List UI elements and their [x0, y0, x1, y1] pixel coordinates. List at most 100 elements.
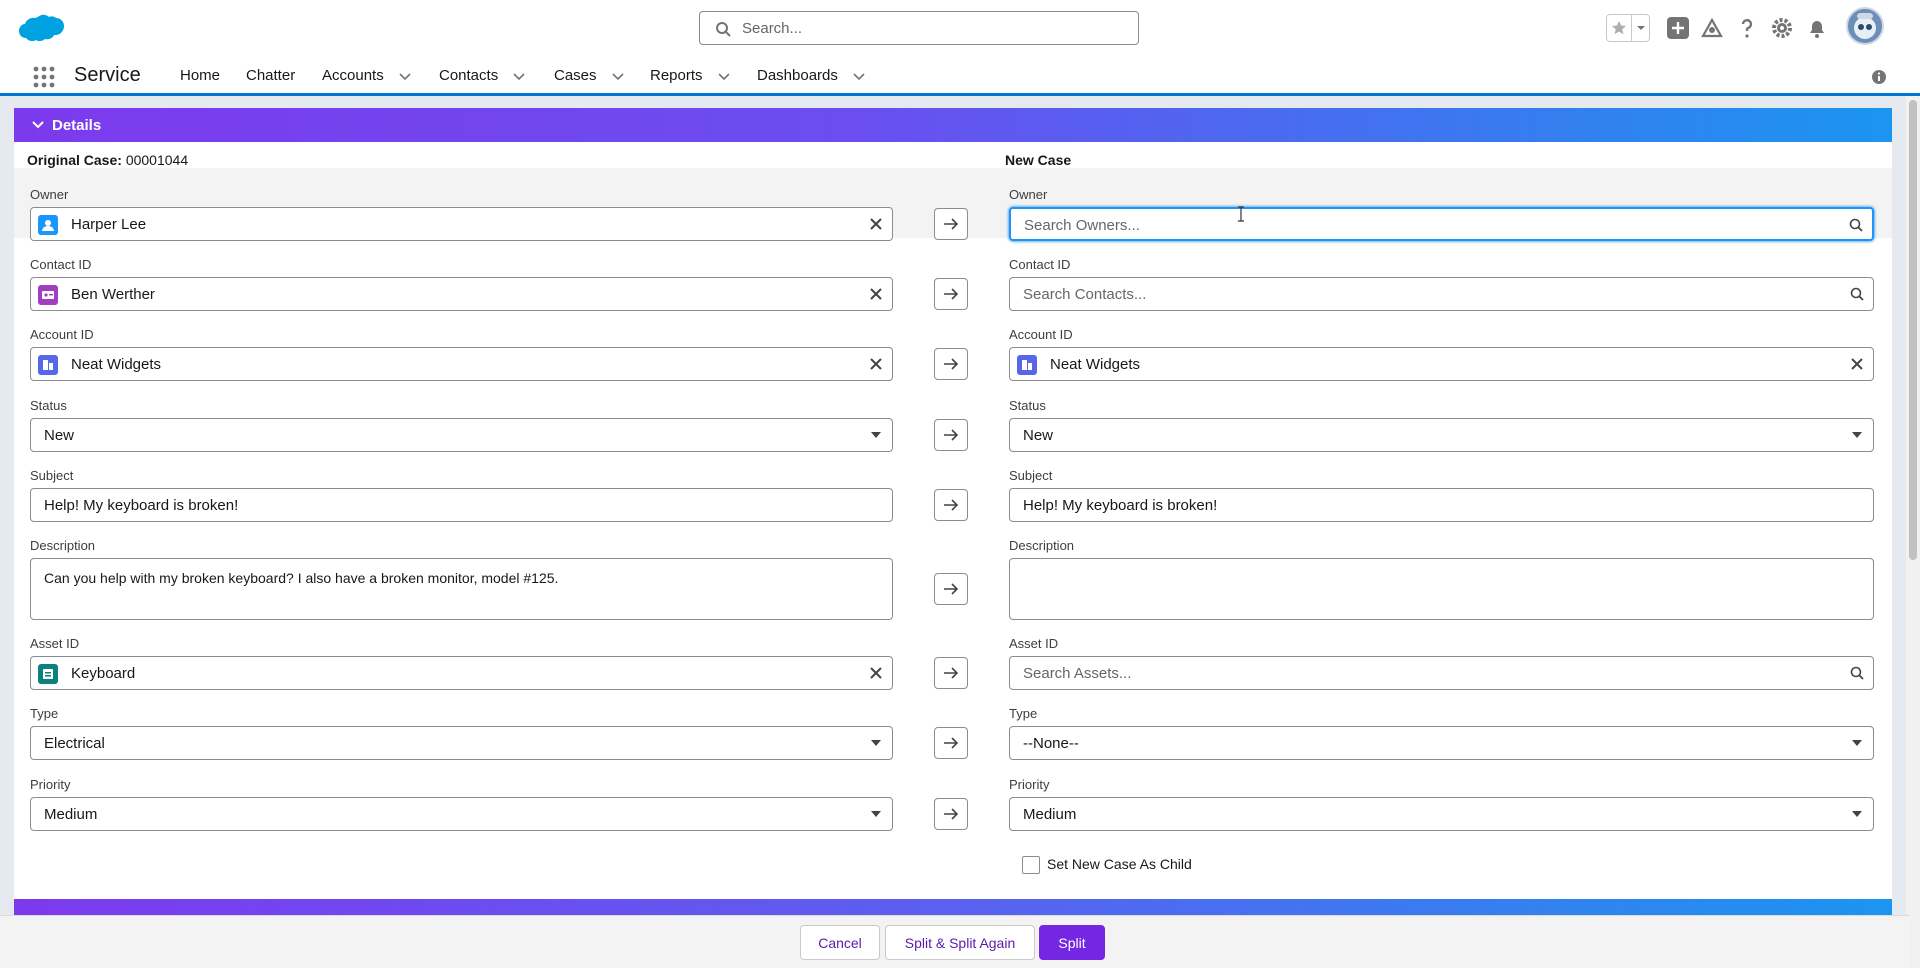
new-subject-label: Subject [1009, 468, 1053, 483]
new-account-label: Account ID [1009, 327, 1073, 342]
clear-selection-icon[interactable] [869, 357, 883, 371]
new-account-field[interactable]: Neat Widgets [1009, 347, 1874, 381]
new-type-label: Type [1009, 706, 1038, 721]
app-navigation-bar: Service Home Chatter Accounts Contacts C… [0, 56, 1920, 96]
favorite-star-icon[interactable] [1607, 15, 1633, 41]
new-owner-placeholder: Search Owners... [1024, 217, 1140, 234]
user-record-icon [38, 215, 58, 235]
new-subject-value: Help! My keyboard is broken! [1023, 497, 1218, 514]
nav-item-contacts[interactable]: Contacts [439, 67, 526, 84]
arrow-right-icon [944, 499, 959, 511]
original-asset-field[interactable]: Keyboard [30, 656, 893, 690]
arrow-right-icon [944, 808, 959, 820]
app-launcher-icon[interactable] [32, 65, 56, 89]
original-asset-label: Asset ID [30, 636, 80, 651]
original-status-select[interactable]: New [30, 418, 893, 452]
chevron-down-icon[interactable] [512, 69, 526, 83]
original-asset-value: Keyboard [71, 665, 136, 682]
original-owner-field[interactable]: Harper Lee [30, 207, 893, 241]
copy-owner-button[interactable] [934, 208, 968, 240]
copy-priority-button[interactable] [934, 798, 968, 830]
info-icon[interactable] [1871, 69, 1887, 85]
new-type-select[interactable]: --None-- [1009, 726, 1874, 760]
original-type-select[interactable]: Electrical [30, 726, 893, 760]
cancel-button[interactable]: Cancel [800, 925, 880, 960]
arrow-right-icon [944, 218, 959, 230]
nav-item-home[interactable]: Home [180, 67, 220, 84]
nav-item-accounts[interactable]: Accounts [322, 67, 412, 84]
chevron-down-icon[interactable] [611, 69, 625, 83]
global-search-input[interactable]: Search... [699, 11, 1139, 45]
original-status-label: Status [30, 398, 67, 413]
clear-selection-icon[interactable] [1850, 357, 1864, 371]
nav-item-label: Home [180, 67, 221, 84]
original-account-field[interactable]: Neat Widgets [30, 347, 893, 381]
global-create-icon[interactable] [1666, 16, 1690, 40]
nav-item-reports[interactable]: Reports [650, 67, 731, 84]
new-owner-search-input[interactable]: Search Owners... [1009, 207, 1874, 241]
favorites-dropdown-icon[interactable] [1632, 15, 1649, 41]
arrow-right-icon [944, 667, 959, 679]
new-case-heading: New Case [1005, 152, 1071, 168]
original-case-label: Original Case: [27, 152, 122, 168]
original-priority-value: Medium [44, 806, 98, 823]
new-description-textarea[interactable] [1009, 558, 1874, 620]
account-record-icon [1017, 355, 1037, 375]
new-asset-placeholder: Search Assets... [1023, 665, 1132, 682]
scrollbar-thumb[interactable] [1909, 100, 1917, 560]
notifications-bell-icon[interactable] [1805, 16, 1829, 40]
split-button[interactable]: Split [1039, 925, 1105, 960]
clear-selection-icon[interactable] [869, 666, 883, 680]
global-search-placeholder: Search... [742, 20, 803, 37]
arrow-right-icon [944, 358, 959, 370]
new-priority-label: Priority [1009, 777, 1050, 792]
new-status-select[interactable]: New [1009, 418, 1874, 452]
details-section-header[interactable]: Details [14, 108, 1892, 142]
search-icon [1850, 287, 1864, 301]
new-asset-search-input[interactable]: Search Assets... [1009, 656, 1874, 690]
set-as-child-checkbox[interactable] [1022, 856, 1040, 874]
page-scrollbar[interactable] [1906, 96, 1920, 968]
arrow-right-icon [944, 429, 959, 441]
nav-item-chatter[interactable]: Chatter [246, 67, 295, 84]
clear-selection-icon[interactable] [869, 217, 883, 231]
clear-selection-icon[interactable] [869, 287, 883, 301]
original-priority-select[interactable]: Medium [30, 797, 893, 831]
nav-item-cases[interactable]: Cases [554, 67, 625, 84]
chevron-down-icon[interactable] [852, 69, 866, 83]
nav-item-label: Accounts [322, 67, 384, 84]
chevron-down-icon[interactable] [717, 69, 731, 83]
original-type-label: Type [30, 706, 59, 721]
original-contact-field[interactable]: Ben Werther [30, 277, 893, 311]
favorites-button[interactable] [1606, 14, 1650, 42]
copy-contact-button[interactable] [934, 278, 968, 310]
chevron-down-icon [32, 121, 44, 129]
copy-status-button[interactable] [934, 419, 968, 451]
setup-gear-icon[interactable] [1770, 16, 1794, 40]
copy-type-button[interactable] [934, 727, 968, 759]
new-priority-select[interactable]: Medium [1009, 797, 1874, 831]
arrow-right-icon [944, 583, 959, 595]
split-and-split-again-button[interactable]: Split & Split Again [885, 925, 1035, 960]
section-title: Details [52, 116, 102, 134]
new-account-value: Neat Widgets [1050, 356, 1141, 373]
salesforce-logo-icon[interactable] [18, 13, 66, 45]
original-contact-label: Contact ID [30, 257, 92, 272]
copy-description-button[interactable] [934, 573, 968, 605]
dropdown-arrow-icon [1852, 432, 1862, 438]
original-description-textarea[interactable]: Can you help with my broken keyboard? I … [30, 558, 893, 620]
nav-item-dashboards[interactable]: Dashboards [757, 67, 866, 84]
original-case-heading: Original Case: 00001044 [27, 152, 188, 168]
help-icon[interactable] [1735, 16, 1759, 40]
copy-subject-button[interactable] [934, 489, 968, 521]
copy-asset-button[interactable] [934, 657, 968, 689]
trailhead-icon[interactable] [1700, 16, 1724, 40]
new-contact-search-input[interactable]: Search Contacts... [1009, 277, 1874, 311]
chevron-down-icon[interactable] [398, 69, 412, 83]
user-avatar[interactable] [1846, 7, 1884, 45]
copy-account-button[interactable] [934, 348, 968, 380]
original-case-number: 00001044 [125, 152, 189, 168]
original-subject-input[interactable]: Help! My keyboard is broken! [30, 488, 893, 522]
new-subject-input[interactable]: Help! My keyboard is broken! [1009, 488, 1874, 522]
text-cursor-icon [1238, 206, 1244, 222]
